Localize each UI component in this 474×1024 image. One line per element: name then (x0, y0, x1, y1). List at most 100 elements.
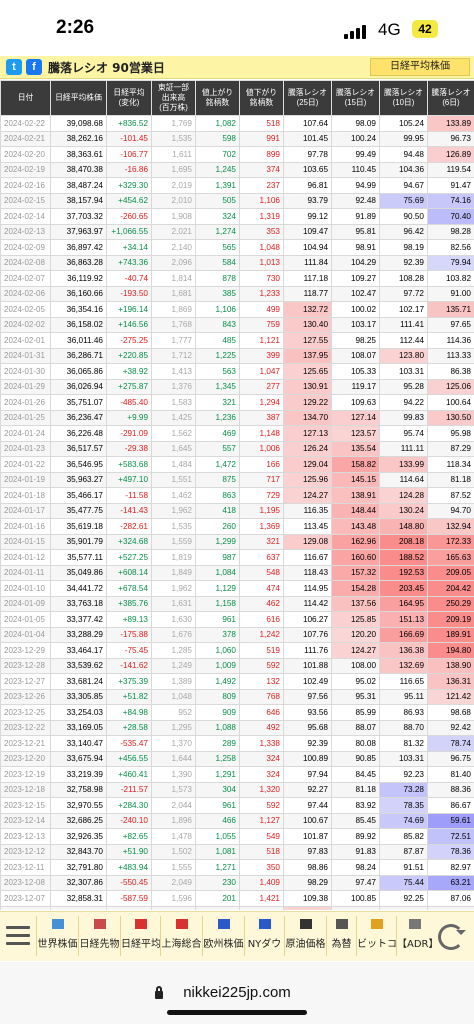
nav-item[interactable]: 日経平均 (120, 916, 160, 956)
table-row: 2023-12-19 33,219.39 +460.41 1,390 1,291 324 9… (0, 766, 474, 783)
table-cell: 100.02 (331, 301, 380, 318)
table-cell: 759 (239, 316, 284, 333)
nav-item[interactable]: NYダウ (244, 916, 284, 956)
table-cell: 32,858.31 (50, 890, 107, 907)
table-cell: 136.38 (379, 642, 428, 659)
table-cell: 103.82 (427, 270, 474, 287)
table-cell: -587.59 (106, 890, 152, 907)
table-row: 2024-01-19 35,963.27 +497.10 1,551 875 717 125… (0, 471, 474, 488)
table-cell: 92.25 (379, 890, 428, 907)
table-cell: 104.94 (283, 239, 332, 256)
table-cell: 101.12 (427, 905, 474, 910)
menu-icon[interactable] (6, 926, 30, 946)
table-cell: 86.67 (427, 797, 474, 814)
nav-item[interactable]: 原油価格 (284, 916, 326, 956)
table-cell: 111.84 (283, 254, 332, 271)
nav-item[interactable]: 世界株価 (36, 916, 78, 956)
table-cell: 36,065.86 (50, 363, 107, 380)
table-cell: 37,703.32 (50, 208, 107, 225)
table-cell: 86.38 (427, 363, 474, 380)
nav-item-label: NYダウ (247, 939, 282, 950)
table-row: 2024-02-15 38,157.94 +454.62 2,010 505 1,106 9… (0, 192, 474, 209)
table-cell: 1,819 (151, 549, 196, 566)
table-cell: 201 (195, 890, 240, 907)
table-cell: 158.82 (331, 456, 380, 473)
table-cell: 374 (239, 161, 284, 178)
table-cell: 100.67 (283, 812, 332, 829)
table-cell: 118.43 (283, 564, 332, 581)
table-cell: 505 (195, 192, 240, 209)
table-cell: 2023-12-20 (0, 750, 51, 767)
nav-item[interactable]: 為替 (326, 916, 356, 956)
table-cell: 124.27 (283, 487, 332, 504)
table-cell: +527.25 (106, 549, 152, 566)
table-cell: 89.92 (331, 828, 380, 845)
table-cell: 115.30 (331, 905, 380, 910)
table-cell: 132.72 (283, 301, 332, 318)
table-cell: 878 (195, 270, 240, 287)
nav-item[interactable]: ビットコ (356, 916, 396, 956)
table-cell: 378 (195, 626, 240, 643)
table-cell: 151.13 (379, 611, 428, 628)
table-cell: 97.47 (331, 874, 380, 891)
table-cell: 1,681 (151, 285, 196, 302)
nav-item[interactable]: 日経先物 (78, 916, 120, 956)
table-cell: 1,195 (239, 502, 284, 519)
ratio-table-wrapper[interactable]: 日付 日経平均株価 日経平均 (変化) 東証一部 出来高 (百万株) 値上がり 銘柄数 値下がり銘… (0, 80, 474, 910)
facebook-icon[interactable]: f (26, 59, 42, 75)
table-cell: 103.31 (379, 750, 428, 767)
table-cell: 116.65 (379, 673, 428, 690)
flag-icon (335, 919, 348, 929)
table-cell: 100.64 (427, 394, 474, 411)
table-cell: 1,291 (195, 766, 240, 783)
table-cell: 33,254.03 (50, 704, 107, 721)
table-cell: 469 (195, 425, 240, 442)
table-row: 2024-01-16 35,619.18 -282.61 1,535 260 1,369 1… (0, 518, 474, 535)
table-cell: 499 (239, 301, 284, 318)
table-cell: 961 (195, 797, 240, 814)
table-cell: 2,044 (151, 797, 196, 814)
table-cell: 127.55 (283, 332, 332, 349)
table-cell: 129.08 (283, 533, 332, 550)
twitter-icon[interactable]: t (6, 59, 22, 75)
table-cell: -29.38 (106, 440, 152, 457)
table-cell: 95.81 (331, 223, 380, 240)
nav-item[interactable]: 【ADR】 (396, 916, 432, 956)
table-cell: 2024-02-07 (0, 270, 51, 287)
table-cell: 98.24 (331, 859, 380, 876)
table-cell: 2024-01-25 (0, 409, 51, 426)
table-row: 2023-12-18 32,758.98 -211.57 1,573 304 1,320 9… (0, 781, 474, 798)
table-cell: +497.10 (106, 471, 152, 488)
table-cell: 78.74 (427, 735, 474, 752)
table-cell: 36,226.48 (50, 425, 107, 442)
table-row: 2024-01-23 36,517.57 -29.38 1,645 557 1,006 12… (0, 440, 474, 457)
table-cell: 1,121 (239, 332, 284, 349)
nav-item[interactable]: 上海総合 (160, 916, 202, 956)
table-cell: 1,896 (151, 812, 196, 829)
flag-icon (175, 919, 188, 929)
table-cell: +51.82 (106, 688, 152, 705)
table-cell: 132.69 (379, 657, 428, 674)
nav-item[interactable]: 欧州株価 (202, 916, 244, 956)
table-cell: 136.31 (427, 673, 474, 690)
table-cell: +608.14 (106, 564, 152, 581)
table-cell: 108.28 (379, 270, 428, 287)
table-cell: +329.30 (106, 177, 152, 194)
table-row: 2024-01-15 35,901.79 +324.68 1,559 1,299 321 1… (0, 533, 474, 550)
table-cell: 1,389 (151, 673, 196, 690)
table-cell: 2024-01-15 (0, 533, 51, 550)
table-cell: 92.42 (427, 719, 474, 736)
table-cell: 91.47 (427, 177, 474, 194)
table-cell: 74.16 (427, 192, 474, 209)
table-cell: 82.97 (427, 859, 474, 876)
table-cell: 75.44 (379, 874, 428, 891)
table-cell: 1,502 (151, 843, 196, 860)
nav-item-label: ビットコ (357, 939, 396, 950)
nikkei-average-button[interactable]: 日経平均株価 (370, 58, 470, 76)
table-cell: 160.60 (331, 549, 380, 566)
table-cell: 1,484 (151, 456, 196, 473)
table-row: 2023-12-08 32,307.86 -550.45 2,049 230 1,409 9… (0, 874, 474, 891)
table-cell: +483.94 (106, 859, 152, 876)
table-row: 2024-01-24 36,226.48 -291.09 1,562 469 1,148 1… (0, 425, 474, 442)
reload-icon[interactable] (438, 924, 466, 950)
